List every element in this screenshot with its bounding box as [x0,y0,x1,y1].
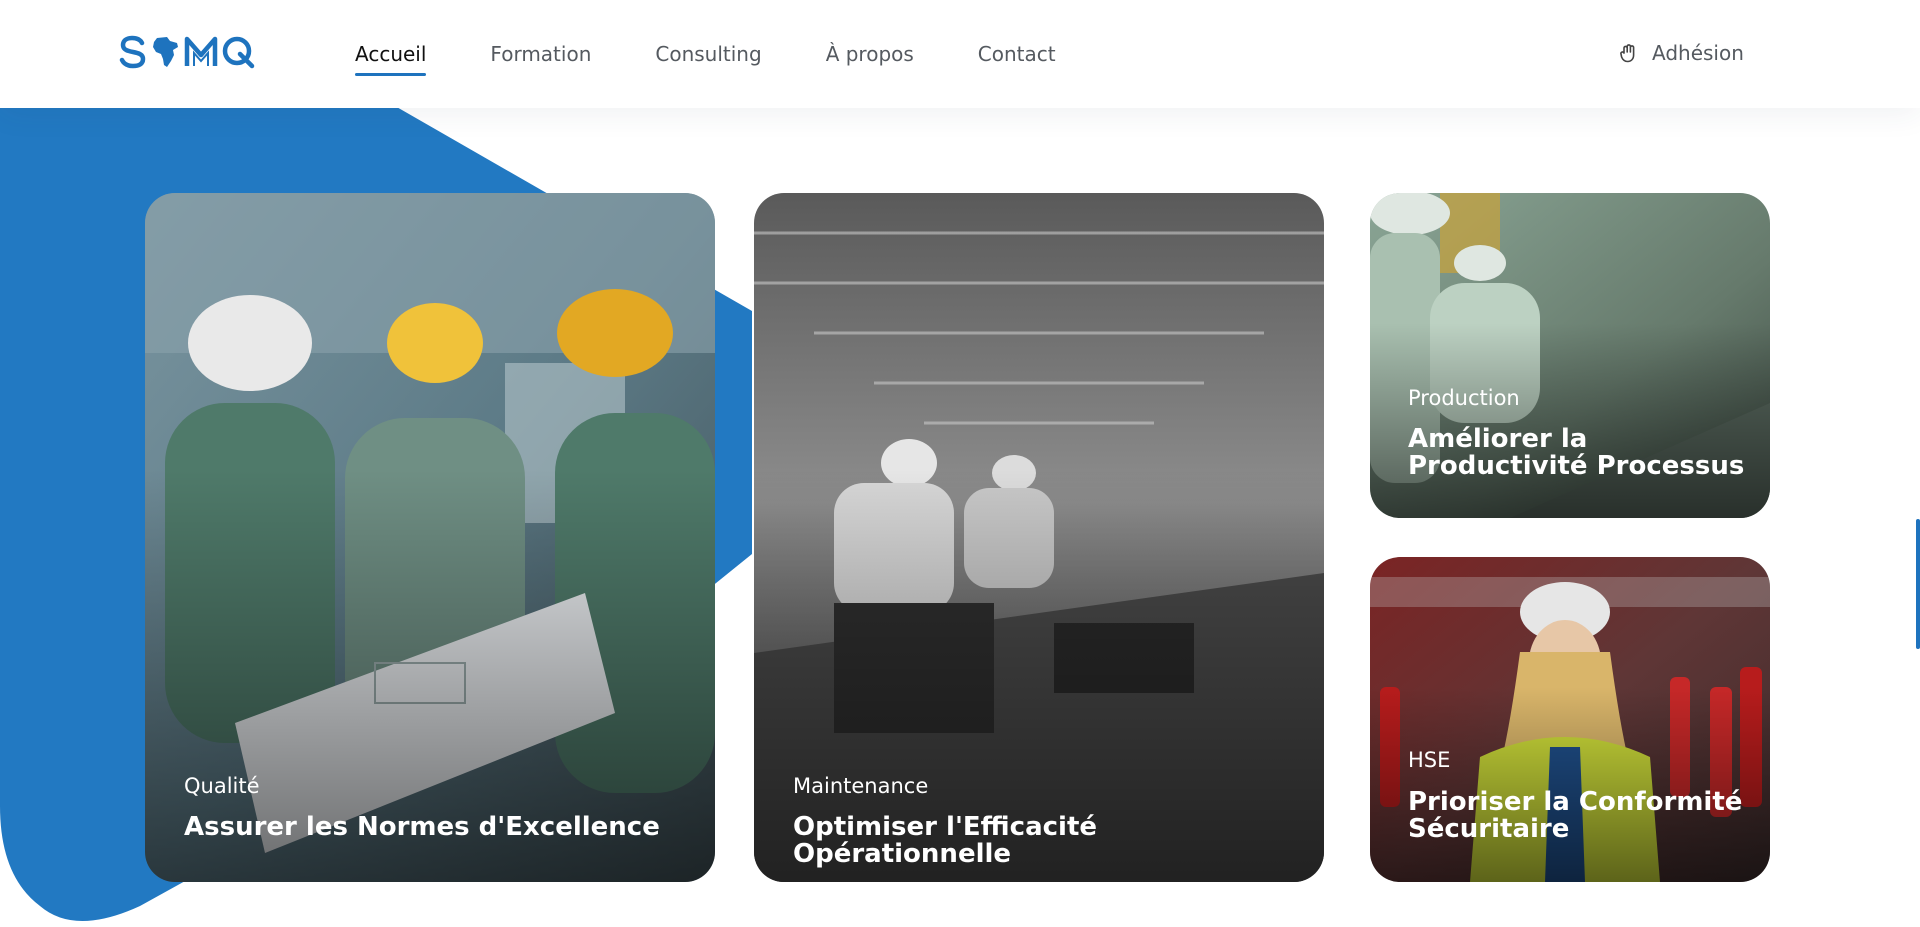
card-qualite-category: Qualité [184,774,260,798]
nav-item-a-propos[interactable]: À propos [826,40,914,68]
card-hse-overlay [1370,687,1770,882]
card-production[interactable]: Production Améliorer la Productivité Pro… [1370,193,1770,518]
nav-item-contact[interactable]: Contact [978,40,1056,68]
card-production-category: Production [1408,386,1520,410]
adhesion-label: Adhésion [1652,41,1744,65]
logo[interactable] [118,34,255,70]
logo-letter-m [184,36,218,66]
main-nav: Accueil Formation Consulting À propos Co… [355,0,1120,108]
site-header: Accueil Formation Consulting À propos Co… [0,0,1920,108]
card-maintenance[interactable]: Maintenance Optimiser l'Efficacité Opéra… [754,193,1324,882]
card-qualite-title: Assurer les Normes d'Excellence [184,812,660,842]
nav-item-consulting[interactable]: Consulting [655,40,761,68]
card-hse-title: Prioriser la Conformité Sécuritaire [1408,787,1743,844]
logo-letter-q [222,36,255,69]
card-qualite[interactable]: Qualité Assurer les Normes d'Excellence [145,193,715,882]
card-hse-category: HSE [1408,748,1451,772]
card-production-title: Améliorer la Productivité Processus [1408,424,1745,481]
card-production-overlay [1370,323,1770,518]
africa-map-icon [153,37,178,67]
hand-icon [1620,44,1635,63]
adhesion-button[interactable]: Adhésion [1620,38,1744,68]
card-maintenance-category: Maintenance [793,774,929,798]
logo-letter-s [119,35,146,69]
nav-item-accueil[interactable]: Accueil [355,40,427,76]
nav-item-formation[interactable]: Formation [490,40,591,68]
card-maintenance-title: Optimiser l'Efficacité Opérationnelle [793,812,1098,869]
card-hse[interactable]: HSE Prioriser la Conformité Sécuritaire [1370,557,1770,882]
scroll-indicator[interactable] [1916,519,1920,649]
